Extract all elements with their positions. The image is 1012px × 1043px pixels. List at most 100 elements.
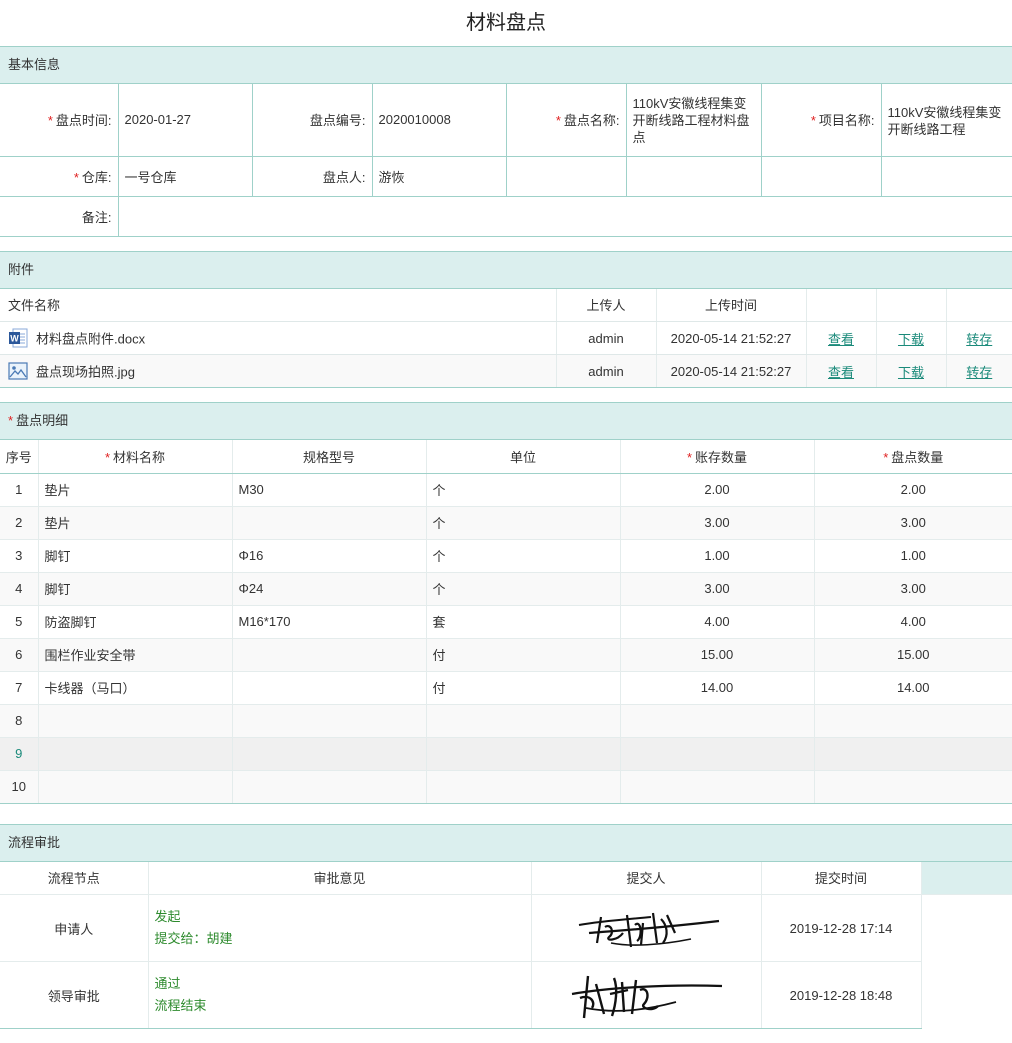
row-material[interactable]: 垫片 [38,506,233,540]
transfer-link[interactable]: 转存 [966,332,992,347]
col-file-name: 文件名称 [0,288,557,322]
detail-header: * 盘点明细 [0,402,1012,440]
row-stock[interactable] [620,770,815,804]
row-spec[interactable] [232,506,427,540]
row-spec[interactable] [232,737,427,771]
row-unit[interactable] [426,770,621,804]
flow-table: 流程节点 审批意见 提交人 提交时间 申请人 发起 提交给：胡建 2019-12… [0,861,1012,1029]
download-link[interactable]: 下载 [898,365,924,380]
row-spec[interactable]: Φ16 [232,539,427,573]
row-count[interactable] [814,737,1012,771]
row-stock[interactable]: 4.00 [620,605,815,639]
flow-row: 申请人 发起 提交给：胡建 2019-12-28 17:14 [0,894,1012,962]
col-material: * 材料名称 [38,440,233,474]
row-unit[interactable]: 个 [426,473,621,507]
row-stock[interactable]: 1.00 [620,539,815,573]
basic-info-header: 基本信息 [0,46,1012,84]
project-label: * 项目名称: [761,84,882,157]
empty-cell [921,861,1012,895]
row-spec[interactable] [232,638,427,672]
row-count[interactable]: 2.00 [814,473,1012,507]
empty-cell [921,962,1012,1029]
project-value[interactable]: 110kV安徽线程集变开断线路工程 [881,84,1012,157]
view-link[interactable]: 查看 [828,332,854,347]
row-count[interactable]: 1.00 [814,539,1012,573]
row-count[interactable]: 3.00 [814,572,1012,606]
detail-row[interactable]: 9 [0,737,1012,771]
transfer-link[interactable]: 转存 [966,365,992,380]
detail-row[interactable]: 1 垫片 M30 个 2.00 2.00 [0,473,1012,507]
detail-row[interactable]: 4 脚钉 Φ24 个 3.00 3.00 [0,572,1012,606]
detail-row[interactable]: 7 卡线器（马口）付 14.00 14.00 [0,671,1012,705]
name-value[interactable]: 110kV安徽线程集变开断线路工程材料盘点 [626,84,762,157]
row-unit[interactable] [426,704,621,738]
row-material[interactable] [38,704,233,738]
row-spec[interactable]: M16*170 [232,605,427,639]
row-material[interactable]: 防盗脚钉 [38,605,233,639]
file-name[interactable]: 盘点现场拍照.jpg [36,365,135,380]
row-unit[interactable]: 个 [426,506,621,540]
person-value[interactable]: 游恢 [372,156,507,197]
row-idx: 3 [0,539,39,573]
row-spec[interactable] [232,671,427,705]
person-label: 盘点人: [252,156,373,197]
detail-row[interactable]: 5 防盗脚钉 M16*170 套 4.00 4.00 [0,605,1012,639]
file-cell: 盘点现场拍照.jpg [0,354,557,388]
row-count[interactable] [814,770,1012,804]
detail-row[interactable]: 8 [0,704,1012,738]
detail-row[interactable]: 6 围栏作业安全带付 15.00 15.00 [0,638,1012,672]
row-material[interactable]: 围栏作业安全带 [38,638,233,672]
row-stock[interactable]: 2.00 [620,473,815,507]
row-material[interactable] [38,770,233,804]
remark-value[interactable] [118,196,1012,237]
col-uploader: 上传人 [556,288,657,322]
file-name[interactable]: 材料盘点附件.docx [36,332,145,347]
row-spec[interactable] [232,770,427,804]
row-unit[interactable]: 付 [426,638,621,672]
row-stock[interactable]: 3.00 [620,506,815,540]
row-material[interactable]: 垫片 [38,473,233,507]
row-count[interactable]: 4.00 [814,605,1012,639]
row-unit[interactable]: 套 [426,605,621,639]
row-spec[interactable]: Φ24 [232,572,427,606]
row-count[interactable]: 3.00 [814,506,1012,540]
row-count[interactable]: 14.00 [814,671,1012,705]
flow-opinion: 通过 流程结束 [148,961,532,1029]
download-link[interactable]: 下载 [898,332,924,347]
view-link[interactable]: 查看 [828,365,854,380]
remark-label: 备注: [0,196,119,237]
row-spec[interactable] [232,704,427,738]
no-value[interactable]: 2020010008 [372,84,507,157]
row-stock[interactable] [620,737,815,771]
row-unit[interactable] [426,737,621,771]
warehouse-value[interactable]: 一号仓库 [118,156,253,197]
col-unit: 单位 [426,440,621,474]
detail-row[interactable]: 3 脚钉 Φ16 个 1.00 1.00 [0,539,1012,573]
row-unit[interactable]: 个 [426,539,621,573]
row-count[interactable]: 15.00 [814,638,1012,672]
row-stock[interactable]: 15.00 [620,638,815,672]
row-material[interactable]: 脚钉 [38,539,233,573]
row-idx: 9 [0,737,39,771]
row-spec[interactable]: M30 [232,473,427,507]
row-material[interactable] [38,737,233,771]
row-stock[interactable]: 14.00 [620,671,815,705]
row-idx: 10 [0,770,39,804]
detail-row[interactable]: 2 垫片个 3.00 3.00 [0,506,1012,540]
row-idx: 1 [0,473,39,507]
file-upload-time: 2020-05-14 21:52:27 [656,321,807,355]
word-file-icon: W [9,328,28,348]
flow-time: 2019-12-28 18:48 [761,961,922,1029]
row-count[interactable] [814,704,1012,738]
row-unit[interactable]: 付 [426,671,621,705]
signature-cell [531,894,762,962]
empty-cell [876,288,947,322]
row-material[interactable]: 卡线器（马口） [38,671,233,705]
warehouse-label: * 仓库: [0,156,119,197]
row-stock[interactable] [620,704,815,738]
row-unit[interactable]: 个 [426,572,621,606]
row-material[interactable]: 脚钉 [38,572,233,606]
date-value[interactable]: 2020-01-27 [118,84,253,157]
row-stock[interactable]: 3.00 [620,572,815,606]
detail-row[interactable]: 10 [0,770,1012,804]
